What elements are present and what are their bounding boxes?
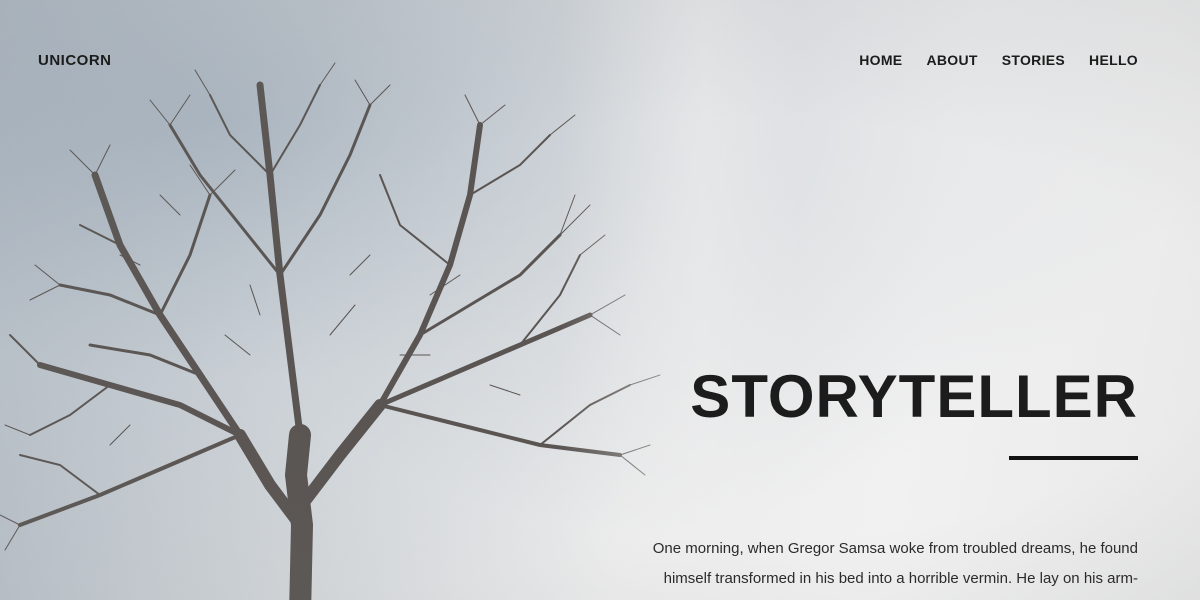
hero-section: UNICORN HOME ABOUT STORIES HELLO STORYTE… <box>0 0 1200 600</box>
nav-home[interactable]: HOME <box>859 52 902 68</box>
nav-stories[interactable]: STORIES <box>1002 52 1065 68</box>
nav-about[interactable]: ABOUT <box>926 52 977 68</box>
title-underline <box>1009 456 1138 460</box>
bare-tree-background-image <box>0 62 661 600</box>
main-nav: HOME ABOUT STORIES HELLO <box>859 52 1138 68</box>
nav-hello[interactable]: HELLO <box>1089 52 1138 68</box>
brand-logo[interactable]: UNICORN <box>38 52 112 69</box>
hero-title: STORYTELLER <box>690 363 1138 430</box>
hero-description: One morning, when Gregor Samsa woke from… <box>652 540 1138 587</box>
